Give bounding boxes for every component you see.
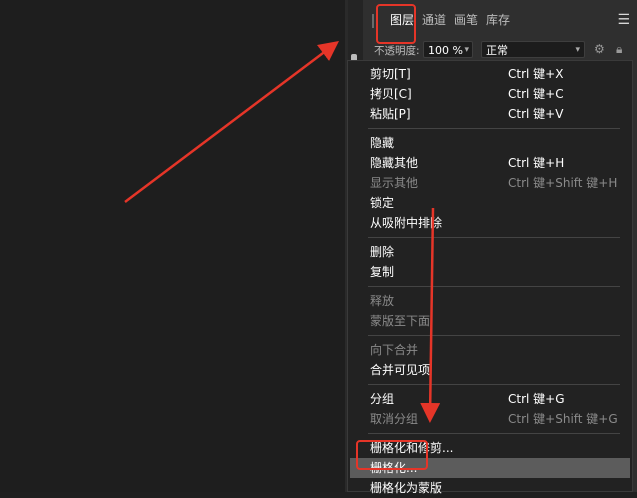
arrow-to-layers-tab bbox=[124, 40, 339, 203]
annotation-arrows bbox=[124, 40, 441, 423]
arrow-to-rasterize bbox=[420, 207, 441, 423]
